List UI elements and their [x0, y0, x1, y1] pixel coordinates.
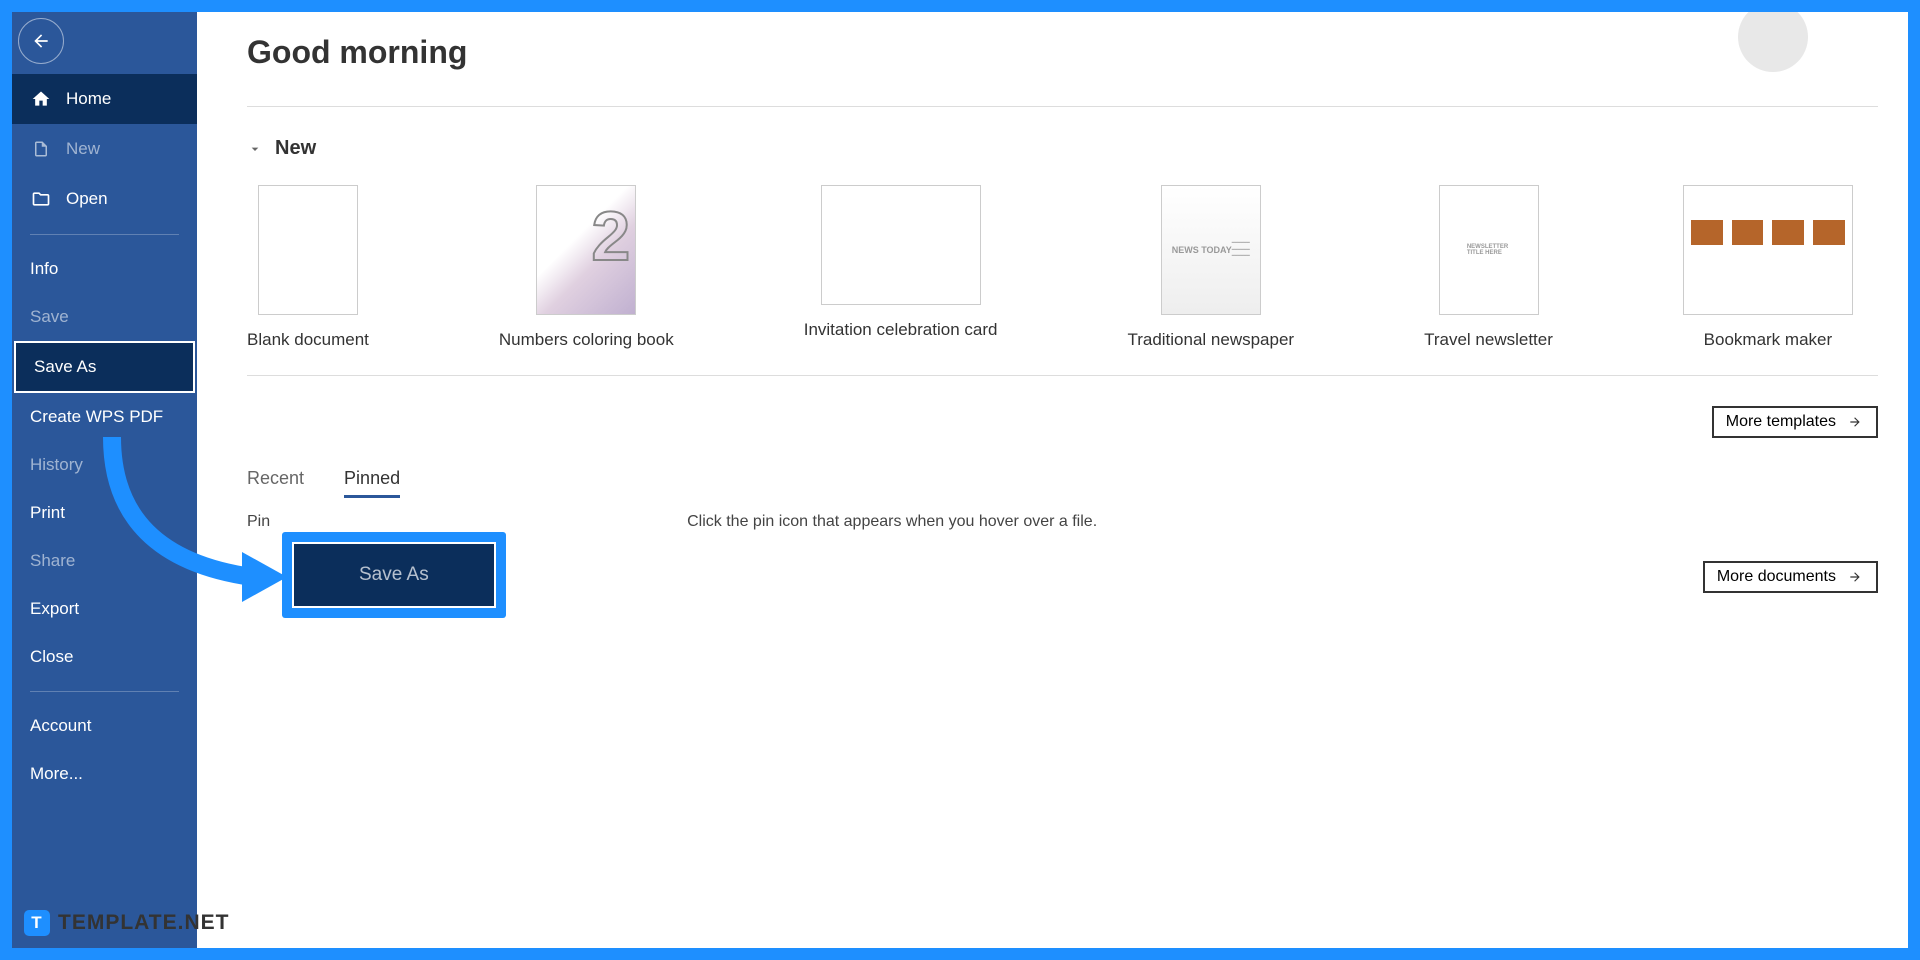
nav-divider [30, 234, 179, 235]
watermark-text: TEMPLATE.NET [58, 911, 229, 935]
divider [247, 375, 1878, 376]
template-label: Travel newsletter [1424, 330, 1553, 350]
nav-open-label: Open [66, 189, 108, 209]
template-bookmark-maker[interactable]: Bookmark maker [1683, 185, 1853, 350]
arrow-right-icon [1846, 570, 1864, 584]
nav-save[interactable]: Save [12, 293, 197, 341]
template-label: Numbers coloring book [499, 330, 674, 350]
home-icon [30, 88, 52, 110]
template-blank-document[interactable]: Blank document [247, 185, 369, 350]
nav-account-label: Account [30, 716, 91, 736]
nav-close[interactable]: Close [12, 633, 197, 681]
nav-export[interactable]: Export [12, 585, 197, 633]
nav-new[interactable]: New [12, 124, 197, 174]
nav-create-wps-label: Create WPS PDF [30, 407, 163, 427]
nav-history[interactable]: History [12, 441, 197, 489]
nav-save-as-label: Save As [34, 357, 96, 377]
folder-open-icon [30, 188, 52, 210]
nav-more[interactable]: More... [12, 750, 197, 798]
template-numbers-coloring[interactable]: Numbers coloring book [499, 185, 674, 350]
nav-share-label: Share [30, 551, 75, 571]
watermark: T TEMPLATE.NET [24, 910, 229, 936]
template-thumb [258, 185, 358, 315]
template-newspaper[interactable]: NEWS TODAY━━━━━━━━━━━━━━━━━━ Traditional… [1127, 185, 1294, 350]
nav-print[interactable]: Print [12, 489, 197, 537]
template-label: Bookmark maker [1704, 330, 1832, 350]
nav-save-as[interactable]: Save As [14, 341, 195, 393]
arrow-right-icon [1846, 415, 1864, 429]
nav-export-label: Export [30, 599, 79, 619]
more-documents-button[interactable]: More documents [1703, 561, 1878, 593]
template-thumb: NEWS TODAY━━━━━━━━━━━━━━━━━━ [1161, 185, 1261, 315]
template-thumb [821, 185, 981, 305]
arrow-left-icon [31, 31, 51, 51]
nav-close-label: Close [30, 647, 73, 667]
nav-home-label: Home [66, 89, 111, 109]
callout-save-as: Save As [282, 532, 506, 618]
more-templates-label: More templates [1726, 413, 1836, 431]
new-section-label: New [275, 137, 316, 160]
template-label: Invitation celebration card [804, 320, 998, 340]
watermark-logo-icon: T [24, 910, 50, 936]
nav-history-label: History [30, 455, 83, 475]
pinned-hint-text: Pin ░░░░░░░░░░░░░░░░░░░░░░░░░░░░░░░░░░░░… [247, 513, 1878, 531]
nav-more-label: More... [30, 764, 83, 784]
tab-pinned[interactable]: Pinned [344, 468, 400, 498]
template-thumb [1683, 185, 1853, 315]
pinned-suffix: Click the pin icon that appears when you… [687, 513, 1097, 530]
more-documents-label: More documents [1717, 568, 1836, 586]
templates-row: Blank document Numbers coloring book Inv… [247, 185, 1878, 350]
callout-label: Save As [359, 564, 429, 585]
nav-account[interactable]: Account [12, 702, 197, 750]
main-content: Good morning New Blank document Numbers … [197, 12, 1908, 948]
document-tabs: Recent Pinned [247, 468, 1878, 498]
nav-divider-2 [30, 691, 179, 692]
more-templates-row: More templates [247, 406, 1878, 438]
nav-open[interactable]: Open [12, 174, 197, 224]
pinned-prefix: Pin [247, 513, 270, 530]
nav-info-label: Info [30, 259, 58, 279]
template-travel-newsletter[interactable]: NEWSLETTERTITLE HERE Travel newsletter [1424, 185, 1553, 350]
greeting-title: Good morning [247, 34, 1878, 71]
nav-info[interactable]: Info [12, 245, 197, 293]
nav-create-wps-pdf[interactable]: Create WPS PDF [12, 393, 197, 441]
nav-home[interactable]: Home [12, 74, 197, 124]
template-thumb: NEWSLETTERTITLE HERE [1439, 185, 1539, 315]
chevron-down-icon [247, 141, 263, 157]
template-label: Blank document [247, 330, 369, 350]
nav-share[interactable]: Share [12, 537, 197, 585]
more-templates-button[interactable]: More templates [1712, 406, 1878, 438]
template-thumb [536, 185, 636, 315]
nav-print-label: Print [30, 503, 65, 523]
divider [247, 106, 1878, 107]
nav-new-label: New [66, 139, 100, 159]
back-button[interactable] [18, 18, 64, 64]
callout-inner: Save As [292, 542, 496, 608]
backstage-sidebar: Home New Open Info Save Save As Create W… [12, 12, 197, 948]
document-icon [30, 138, 52, 160]
template-invitation-card[interactable]: Invitation celebration card [804, 185, 998, 350]
tab-recent[interactable]: Recent [247, 468, 304, 498]
new-section-header[interactable]: New [247, 137, 1878, 160]
template-label: Traditional newspaper [1127, 330, 1294, 350]
nav-save-label: Save [30, 307, 69, 327]
